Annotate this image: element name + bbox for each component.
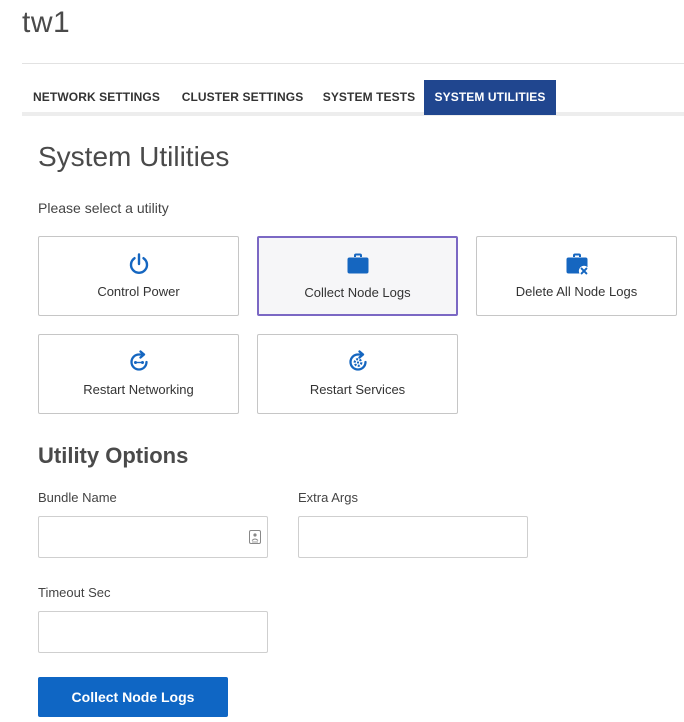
section-title: System Utilities <box>38 141 230 172</box>
bundle-name-label: Bundle Name <box>38 490 117 505</box>
utility-card-restart-services[interactable]: Restart Services <box>257 334 458 414</box>
page-title: tw1 <box>22 6 71 39</box>
utility-prompt: Please select a utility <box>38 200 169 216</box>
contact-card-icon <box>249 530 261 544</box>
tab-network-settings[interactable]: NETWORK SETTINGS <box>22 80 171 115</box>
power-icon <box>129 253 148 275</box>
bundle-name-input[interactable] <box>38 516 268 558</box>
timeout-sec-label: Timeout Sec <box>38 585 111 600</box>
extra-args-input[interactable] <box>298 516 528 558</box>
collect-node-logs-button[interactable]: Collect Node Logs <box>38 677 228 717</box>
restart-services-icon <box>348 350 367 371</box>
utility-label: Restart Networking <box>83 382 194 397</box>
utility-card-delete-all-node-logs[interactable]: Delete All Node Logs <box>476 236 677 316</box>
tab-system-utilities[interactable]: SYSTEM UTILITIES <box>424 80 556 115</box>
tab-bar: NETWORK SETTINGS CLUSTER SETTINGS SYSTEM… <box>22 80 684 116</box>
restart-network-icon <box>129 350 148 371</box>
utility-card-collect-node-logs[interactable]: Collect Node Logs <box>257 236 458 316</box>
options-title: Utility Options <box>38 443 189 468</box>
utility-label: Delete All Node Logs <box>515 284 638 299</box>
tab-system-tests[interactable]: SYSTEM TESTS <box>314 80 424 115</box>
tab-cluster-settings[interactable]: CLUSTER SETTINGS <box>171 80 314 115</box>
utility-card-restart-networking[interactable]: Restart Networking <box>38 334 239 414</box>
timeout-sec-input[interactable] <box>38 611 268 653</box>
utility-card-control-power[interactable]: Control Power <box>38 236 239 316</box>
title-divider <box>22 63 684 64</box>
utility-label: Restart Services <box>309 382 406 397</box>
utility-label: Collect Node Logs <box>304 285 411 300</box>
briefcase-icon <box>347 253 368 274</box>
briefcase-delete-icon <box>566 253 589 276</box>
extra-args-label: Extra Args <box>298 490 358 505</box>
utility-label: Control Power <box>97 284 180 299</box>
